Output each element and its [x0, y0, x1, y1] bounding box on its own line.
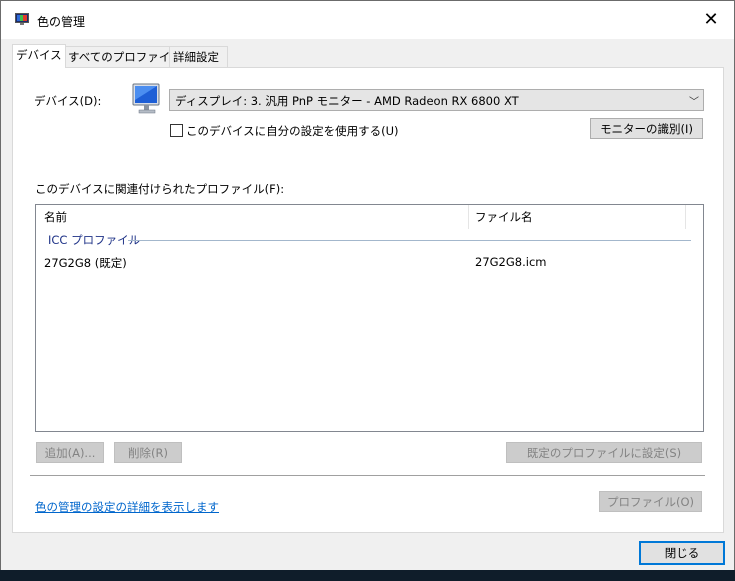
- identify-monitors-button[interactable]: モニターの識別(I): [590, 118, 703, 139]
- close-button[interactable]: 閉じる: [639, 541, 725, 565]
- device-select-value: ディスプレイ: 3. 汎用 PnP モニター - AMD Radeon RX 6…: [175, 94, 519, 108]
- associated-profiles-label: このデバイスに関連付けられたプロファイル(F):: [35, 182, 285, 196]
- group-divider: [128, 240, 691, 241]
- separator-line: [30, 475, 705, 476]
- desktop-background: [0, 570, 735, 581]
- chevron-down-icon: ﹀: [689, 97, 699, 108]
- profile-button[interactable]: プロファイル(O): [599, 491, 702, 512]
- close-window-icon[interactable]: ✕: [688, 1, 734, 39]
- color-management-details-link[interactable]: 色の管理の設定の詳細を表示します: [35, 499, 219, 515]
- tab-devices[interactable]: デバイス: [12, 44, 66, 68]
- monitor-icon: [132, 83, 160, 114]
- group-header-icc: ICC プロファイル: [48, 233, 141, 247]
- tab-advanced[interactable]: 詳細設定: [169, 46, 228, 67]
- remove-profile-button[interactable]: 削除(R): [114, 442, 182, 463]
- use-my-settings-checkbox[interactable]: [170, 124, 183, 137]
- device-select[interactable]: ディスプレイ: 3. 汎用 PnP モニター - AMD Radeon RX 6…: [169, 89, 704, 111]
- device-label: デバイス(D):: [34, 94, 102, 108]
- color-management-app-icon: [15, 13, 29, 25]
- profiles-list[interactable]: 名前 ファイル名 ICC プロファイル 27G2G8 (既定) 27G2G8.i…: [35, 204, 704, 432]
- table-row-name[interactable]: 27G2G8 (既定): [44, 255, 127, 271]
- title-bar: 色の管理 ✕: [1, 1, 734, 39]
- column-separator[interactable]: [468, 205, 469, 229]
- set-default-profile-button[interactable]: 既定のプロファイルに設定(S): [506, 442, 702, 463]
- table-row-filename[interactable]: 27G2G8.icm: [475, 255, 546, 269]
- window-title: 色の管理: [37, 15, 86, 29]
- column-header-name[interactable]: 名前: [44, 205, 67, 229]
- add-profile-button[interactable]: 追加(A)...: [36, 442, 104, 463]
- tab-all-profiles[interactable]: すべてのプロファイル: [64, 46, 182, 67]
- use-my-settings-label[interactable]: このデバイスに自分の設定を使用する(U): [186, 123, 399, 139]
- color-management-window: 色の管理 ✕ デバイス すべてのプロファイル 詳細設定 デバイス(D): ディス…: [0, 0, 735, 571]
- column-separator[interactable]: [685, 205, 686, 229]
- column-header-filename[interactable]: ファイル名: [475, 205, 533, 229]
- devices-panel: デバイス(D): ディスプレイ: 3. 汎用 PnP モニター - AMD Ra…: [12, 67, 724, 533]
